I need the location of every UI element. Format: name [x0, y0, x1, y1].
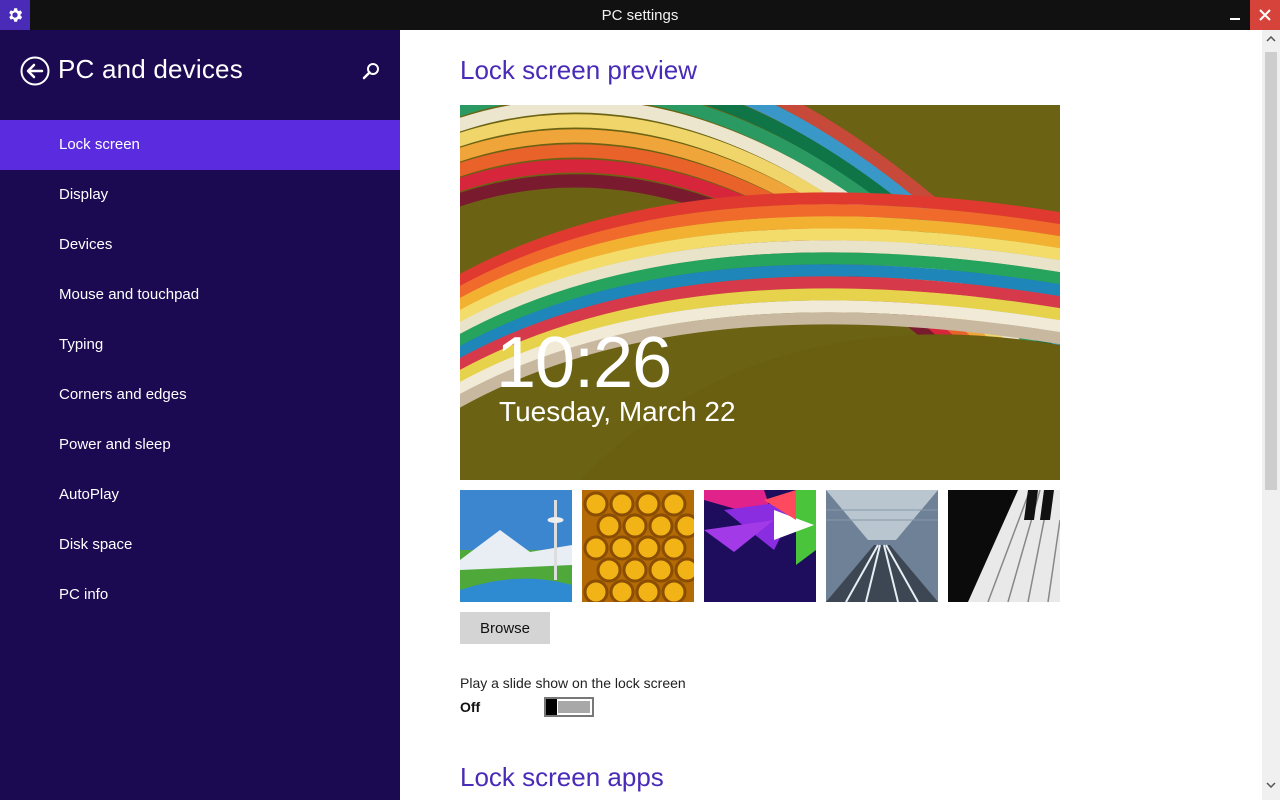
slideshow-toggle[interactable] [544, 697, 594, 717]
sidebar-item-devices[interactable]: Devices [0, 220, 400, 270]
thumbnail-honeycomb[interactable] [582, 490, 694, 602]
chevron-down-icon[interactable] [1262, 776, 1280, 794]
sidebar-item-autoplay[interactable]: AutoPlay [0, 470, 400, 520]
chevron-up-icon[interactable] [1262, 30, 1280, 48]
preview-heading: Lock screen preview [460, 55, 697, 85]
preview-date: Tuesday, March 22 [499, 396, 736, 427]
thumbnail-geometric[interactable] [704, 490, 816, 602]
thumbnail-space-needle[interactable] [460, 490, 572, 602]
sidebar-item-power-and-sleep[interactable]: Power and sleep [0, 420, 400, 470]
thumbnail-piano[interactable] [948, 490, 1060, 602]
back-arrow-icon[interactable] [20, 56, 50, 86]
thumbnail-train-tracks[interactable] [826, 490, 938, 602]
sidebar-item-pc-info[interactable]: PC info [0, 570, 400, 620]
apps-heading: Lock screen apps [460, 762, 664, 792]
title-bar: PC settings [0, 0, 1280, 30]
browse-button[interactable]: Browse [460, 612, 550, 644]
close-icon [1259, 9, 1271, 21]
lock-screen-preview: 10:26 Tuesday, March 22 [460, 105, 1060, 480]
sidebar-item-display[interactable]: Display [0, 170, 400, 220]
section-title: PC and devices [58, 54, 243, 84]
sidebar-item-mouse-and-touchpad[interactable]: Mouse and touchpad [0, 270, 400, 320]
window-title: PC settings [601, 7, 679, 24]
vertical-scrollbar[interactable] [1262, 30, 1280, 800]
slideshow-state: Off [460, 699, 481, 715]
minimize-button[interactable] [1220, 0, 1250, 30]
sidebar: PC and devices Lock screen Display Devic… [0, 30, 400, 800]
sidebar-item-disk-space[interactable]: Disk space [0, 520, 400, 570]
preview-time: 10:26 [496, 323, 672, 403]
slideshow-label: Play a slide show on the lock screen [460, 675, 686, 691]
scrollbar-thumb[interactable] [1265, 52, 1277, 490]
search-icon[interactable] [360, 60, 382, 82]
sidebar-item-typing[interactable]: Typing [0, 320, 400, 370]
main-content: Lock screen preview 10:26 Tuesday, March… [400, 30, 1262, 800]
sidebar-nav: Lock screen Display Devices Mouse and to… [0, 120, 400, 620]
sidebar-item-corners-and-edges[interactable]: Corners and edges [0, 370, 400, 420]
background-thumbnails [460, 490, 1060, 602]
close-button[interactable] [1250, 0, 1280, 30]
sidebar-item-lock-screen[interactable]: Lock screen [0, 120, 400, 170]
